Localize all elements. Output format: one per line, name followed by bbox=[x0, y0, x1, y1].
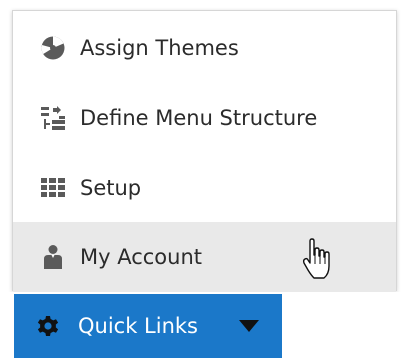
quick-links-button[interactable]: Quick Links bbox=[14, 294, 282, 358]
menu-item-label: Assign Themes bbox=[80, 36, 239, 60]
quick-links-menu: Assign Themes Define Menu Structure Setu… bbox=[12, 10, 397, 292]
palette-icon bbox=[41, 36, 65, 60]
user-icon bbox=[44, 245, 62, 269]
structure-icon bbox=[41, 106, 65, 130]
menu-item-define-menu-structure[interactable]: Define Menu Structure bbox=[13, 83, 396, 153]
hand-cursor-icon bbox=[302, 238, 330, 279]
gear-icon bbox=[37, 316, 59, 336]
menu-item-assign-themes[interactable]: Assign Themes bbox=[13, 13, 396, 83]
menu-item-my-account[interactable]: My Account bbox=[13, 222, 396, 292]
menu-item-label: My Account bbox=[80, 245, 203, 269]
caret-down-icon bbox=[239, 320, 259, 332]
menu-item-label: Define Menu Structure bbox=[80, 106, 318, 130]
grid-icon bbox=[41, 178, 65, 197]
menu-item-label: Setup bbox=[80, 176, 142, 200]
quick-links-label: Quick Links bbox=[78, 314, 199, 338]
menu-item-setup[interactable]: Setup bbox=[13, 153, 396, 223]
